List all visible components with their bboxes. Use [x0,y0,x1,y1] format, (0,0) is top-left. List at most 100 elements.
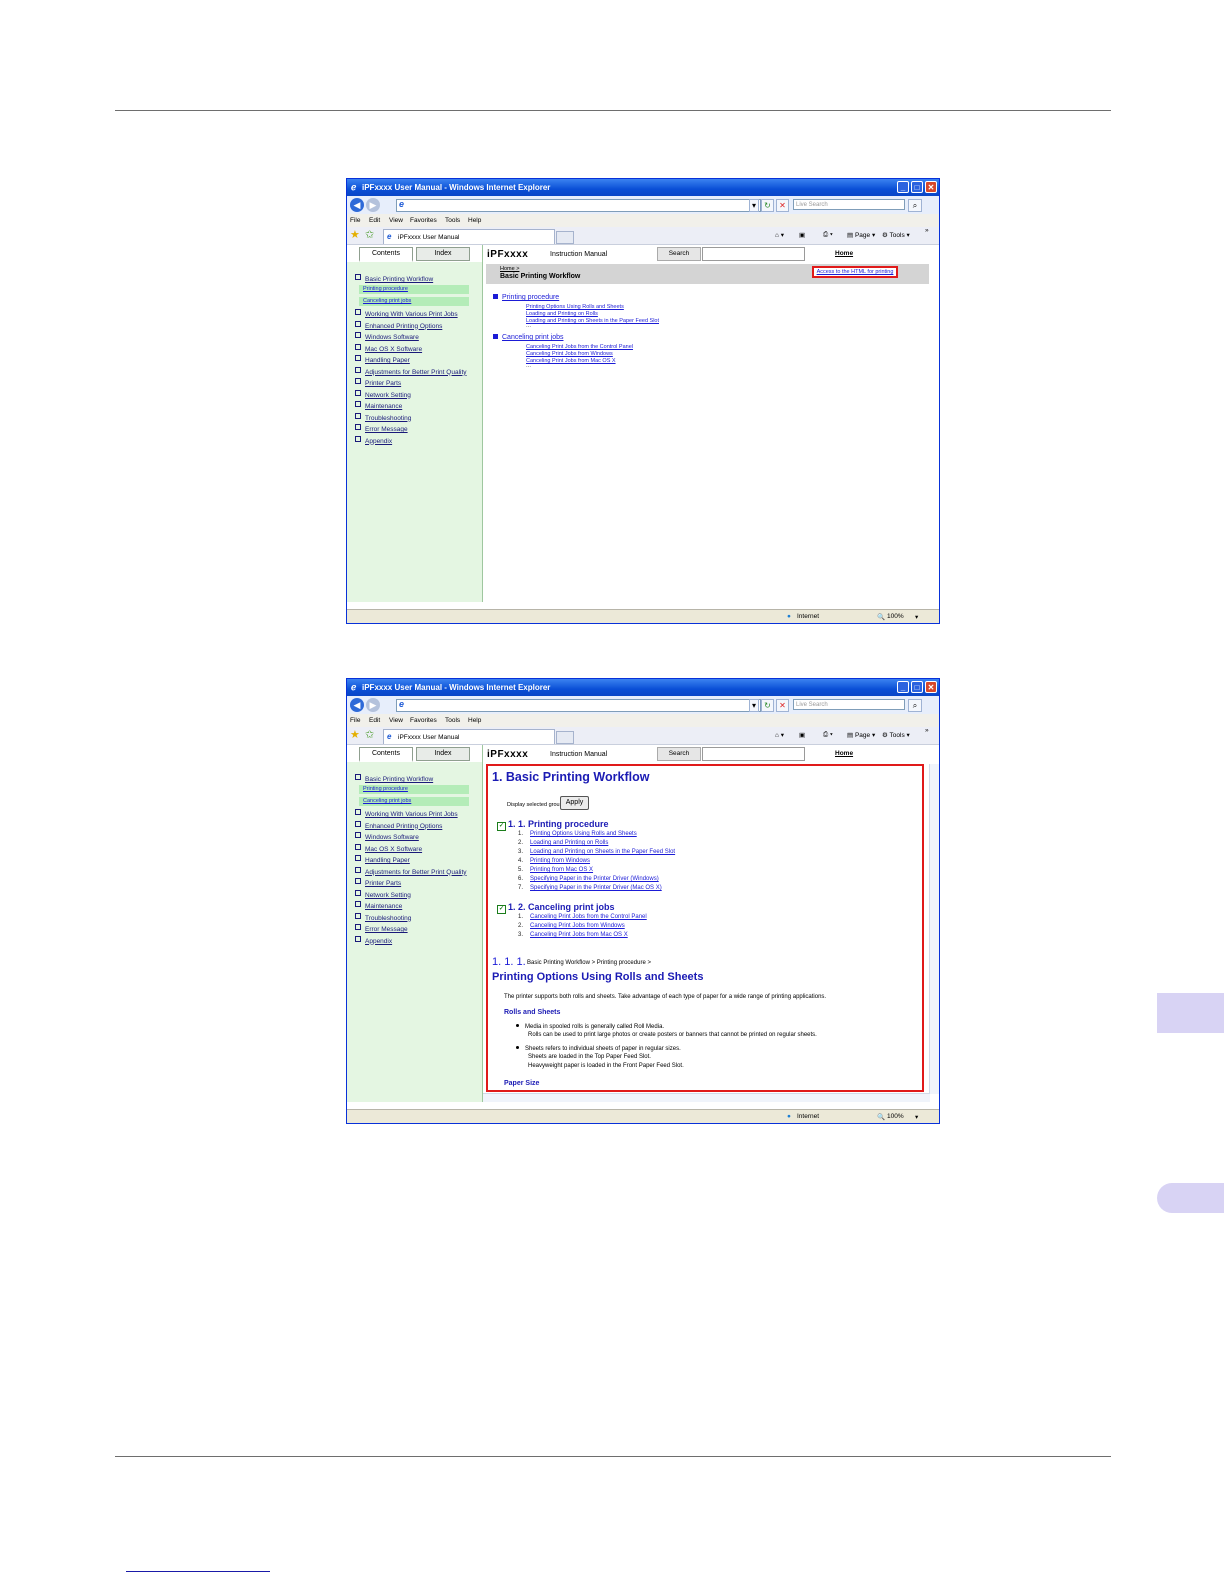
toc-item[interactable]: Adjustments for Better Print Quality [355,866,467,876]
toc-item[interactable]: Handling Paper [355,355,410,364]
menu-view[interactable]: View [389,217,403,224]
back-icon[interactable]: ◀ [350,198,364,212]
toc-item[interactable]: Printer Parts [355,878,401,887]
close-button[interactable]: ✕ [925,681,937,693]
toc-item[interactable]: Troubleshooting [355,912,411,922]
list-item[interactable]: 5. Printing from Mac OS X [518,867,593,873]
menu-edit[interactable]: Edit [369,717,380,724]
stop-icon[interactable]: ✕ [776,199,789,212]
stop-icon[interactable]: ✕ [776,699,789,712]
item-link[interactable]: Specifying Paper in the Printer Driver (… [530,885,662,891]
menu-file[interactable]: File [350,217,360,224]
section-canceling-print-jobs[interactable]: Canceling print jobs [493,334,563,341]
new-tab-button[interactable] [556,731,574,744]
chevron-down-icon[interactable]: ▾ [915,613,918,621]
page-menu[interactable]: ▤ Page ▾ [847,731,875,739]
toc-item[interactable]: Printer Parts [355,378,401,387]
apply-button[interactable]: Apply [560,796,589,810]
favorites-star-icon[interactable]: ★ [350,228,360,241]
refresh-icon[interactable]: ↻ [761,199,774,212]
maximize-button[interactable]: □ [911,181,923,193]
add-favorite-icon[interactable]: ✩ [365,228,374,241]
print-icon[interactable]: ⎙ ▾ [823,731,833,739]
search-icon[interactable]: ⌕ [908,699,922,712]
toc-item[interactable]: Handling Paper [355,855,410,864]
toc-item[interactable]: Network Setting [355,389,411,399]
list-item[interactable]: Canceling Print Jobs from Mac OS X [526,358,616,364]
toc-item[interactable]: Error Message [355,924,408,933]
list-item[interactable]: 1. Printing Options Using Rolls and Sheet… [518,831,637,837]
vertical-scrollbar[interactable] [929,764,939,1094]
list-item[interactable]: Canceling Print Jobs from the Control Pa… [526,344,633,350]
breadcrumb[interactable]: Home > [500,266,519,272]
tools-menu[interactable]: ⚙ Tools ▾ [882,731,910,739]
toc-item[interactable]: Enhanced Printing Options [355,820,442,830]
toc-item[interactable]: Appendix [355,435,392,445]
item-link[interactable]: Canceling Print Jobs from the Control Pa… [530,914,647,920]
toc-item[interactable]: Mac OS X Software [355,343,422,353]
status-zoom[interactable]: 100% [887,613,904,620]
toc-item[interactable]: Appendix [355,935,392,945]
home-link[interactable]: Home [835,250,853,257]
list-item[interactable]: Loading and Printing on Sheets in the Pa… [526,318,659,324]
toc-item[interactable]: Mac OS X Software [355,843,422,853]
list-item[interactable]: 4. Printing from Windows [518,858,590,864]
address-dropdown-icon[interactable]: ▾ [749,699,759,712]
toc-item[interactable]: Troubleshooting [355,412,411,422]
item-link[interactable]: Canceling Print Jobs from Mac OS X [530,932,628,938]
home-link[interactable]: Home [835,750,853,757]
home-icon[interactable]: ⌂ ▾ [775,731,784,739]
toc-sub-canceling-print-jobs[interactable]: Canceling print jobs [359,797,469,806]
toc-item[interactable]: Maintenance [355,901,402,910]
add-favorite-icon[interactable]: ✩ [365,728,374,741]
item-link[interactable]: Loading and Printing on Sheets in the Pa… [530,849,675,855]
menu-favorites[interactable]: Favorites [410,717,437,724]
toc-sub-printing-procedure[interactable]: Printing procedure [359,785,469,794]
tab-contents[interactable]: Contents [359,247,413,262]
menu-favorites[interactable]: Favorites [410,217,437,224]
address-dropdown-icon[interactable]: ▾ [749,199,759,212]
favorites-star-icon[interactable]: ★ [350,728,360,741]
forward-icon[interactable]: ▶ [366,698,380,712]
footer-link-underline[interactable] [126,1571,270,1572]
item-link[interactable]: Canceling Print Jobs from Windows [530,923,625,929]
live-search-input[interactable]: Live Search [793,699,905,710]
list-item[interactable]: 2. Canceling Print Jobs from Windows [518,923,625,929]
chevron-right-icon[interactable]: » [925,727,929,734]
list-item[interactable]: Canceling Print Jobs from Windows [526,351,613,357]
item-link[interactable]: Printing from Windows [530,858,590,864]
toc-item[interactable]: Error Message [355,424,408,433]
access-html-for-printing-button[interactable]: Access to the HTML for printing [812,266,898,278]
menu-edit[interactable]: Edit [369,217,380,224]
horizontal-scrollbar[interactable] [483,1093,930,1102]
toc-sub-canceling-print-jobs[interactable]: Canceling print jobs [359,297,469,306]
list-item[interactable]: 6. Specifying Paper in the Printer Driver… [518,876,659,882]
forward-icon[interactable]: ▶ [366,198,380,212]
toc-item[interactable]: Maintenance [355,401,402,410]
list-item[interactable]: 3. Loading and Printing on Sheets in the … [518,849,675,855]
menu-help[interactable]: Help [468,717,481,724]
home-icon[interactable]: ⌂ ▾ [775,231,784,239]
menu-view[interactable]: View [389,717,403,724]
minimize-button[interactable]: _ [897,181,909,193]
toc-item[interactable]: Working With Various Print Jobs [355,809,458,818]
list-item[interactable]: 3. Canceling Print Jobs from Mac OS X [518,932,628,938]
list-item[interactable]: Loading and Printing on Rolls [526,311,598,317]
toc-item[interactable]: Adjustments for Better Print Quality [355,366,467,376]
toc-item-basic-printing-workflow[interactable]: Basic Printing Workflow [355,774,433,783]
list-item[interactable]: Printing Options Using Rolls and Sheets [526,304,624,310]
address-input[interactable]: e [396,199,761,212]
live-search-input[interactable]: Live Search [793,199,905,210]
toc-sub-printing-procedure[interactable]: Printing procedure [359,285,469,294]
search-icon[interactable]: ⌕ [908,199,922,212]
toc-item[interactable]: Windows Software [355,332,419,341]
page-menu[interactable]: ▤ Page ▾ [847,231,875,239]
tab-index[interactable]: Index [416,247,470,261]
item-link[interactable]: Printing from Mac OS X [530,867,593,873]
tab-index[interactable]: Index [416,747,470,761]
item-link[interactable]: Printing Options Using Rolls and Sheets [530,831,637,837]
section-printing-procedure[interactable]: Printing procedure [493,294,559,301]
refresh-icon[interactable]: ↻ [761,699,774,712]
chevron-right-icon[interactable]: » [925,227,929,234]
tools-menu[interactable]: ⚙ Tools ▾ [882,231,910,239]
